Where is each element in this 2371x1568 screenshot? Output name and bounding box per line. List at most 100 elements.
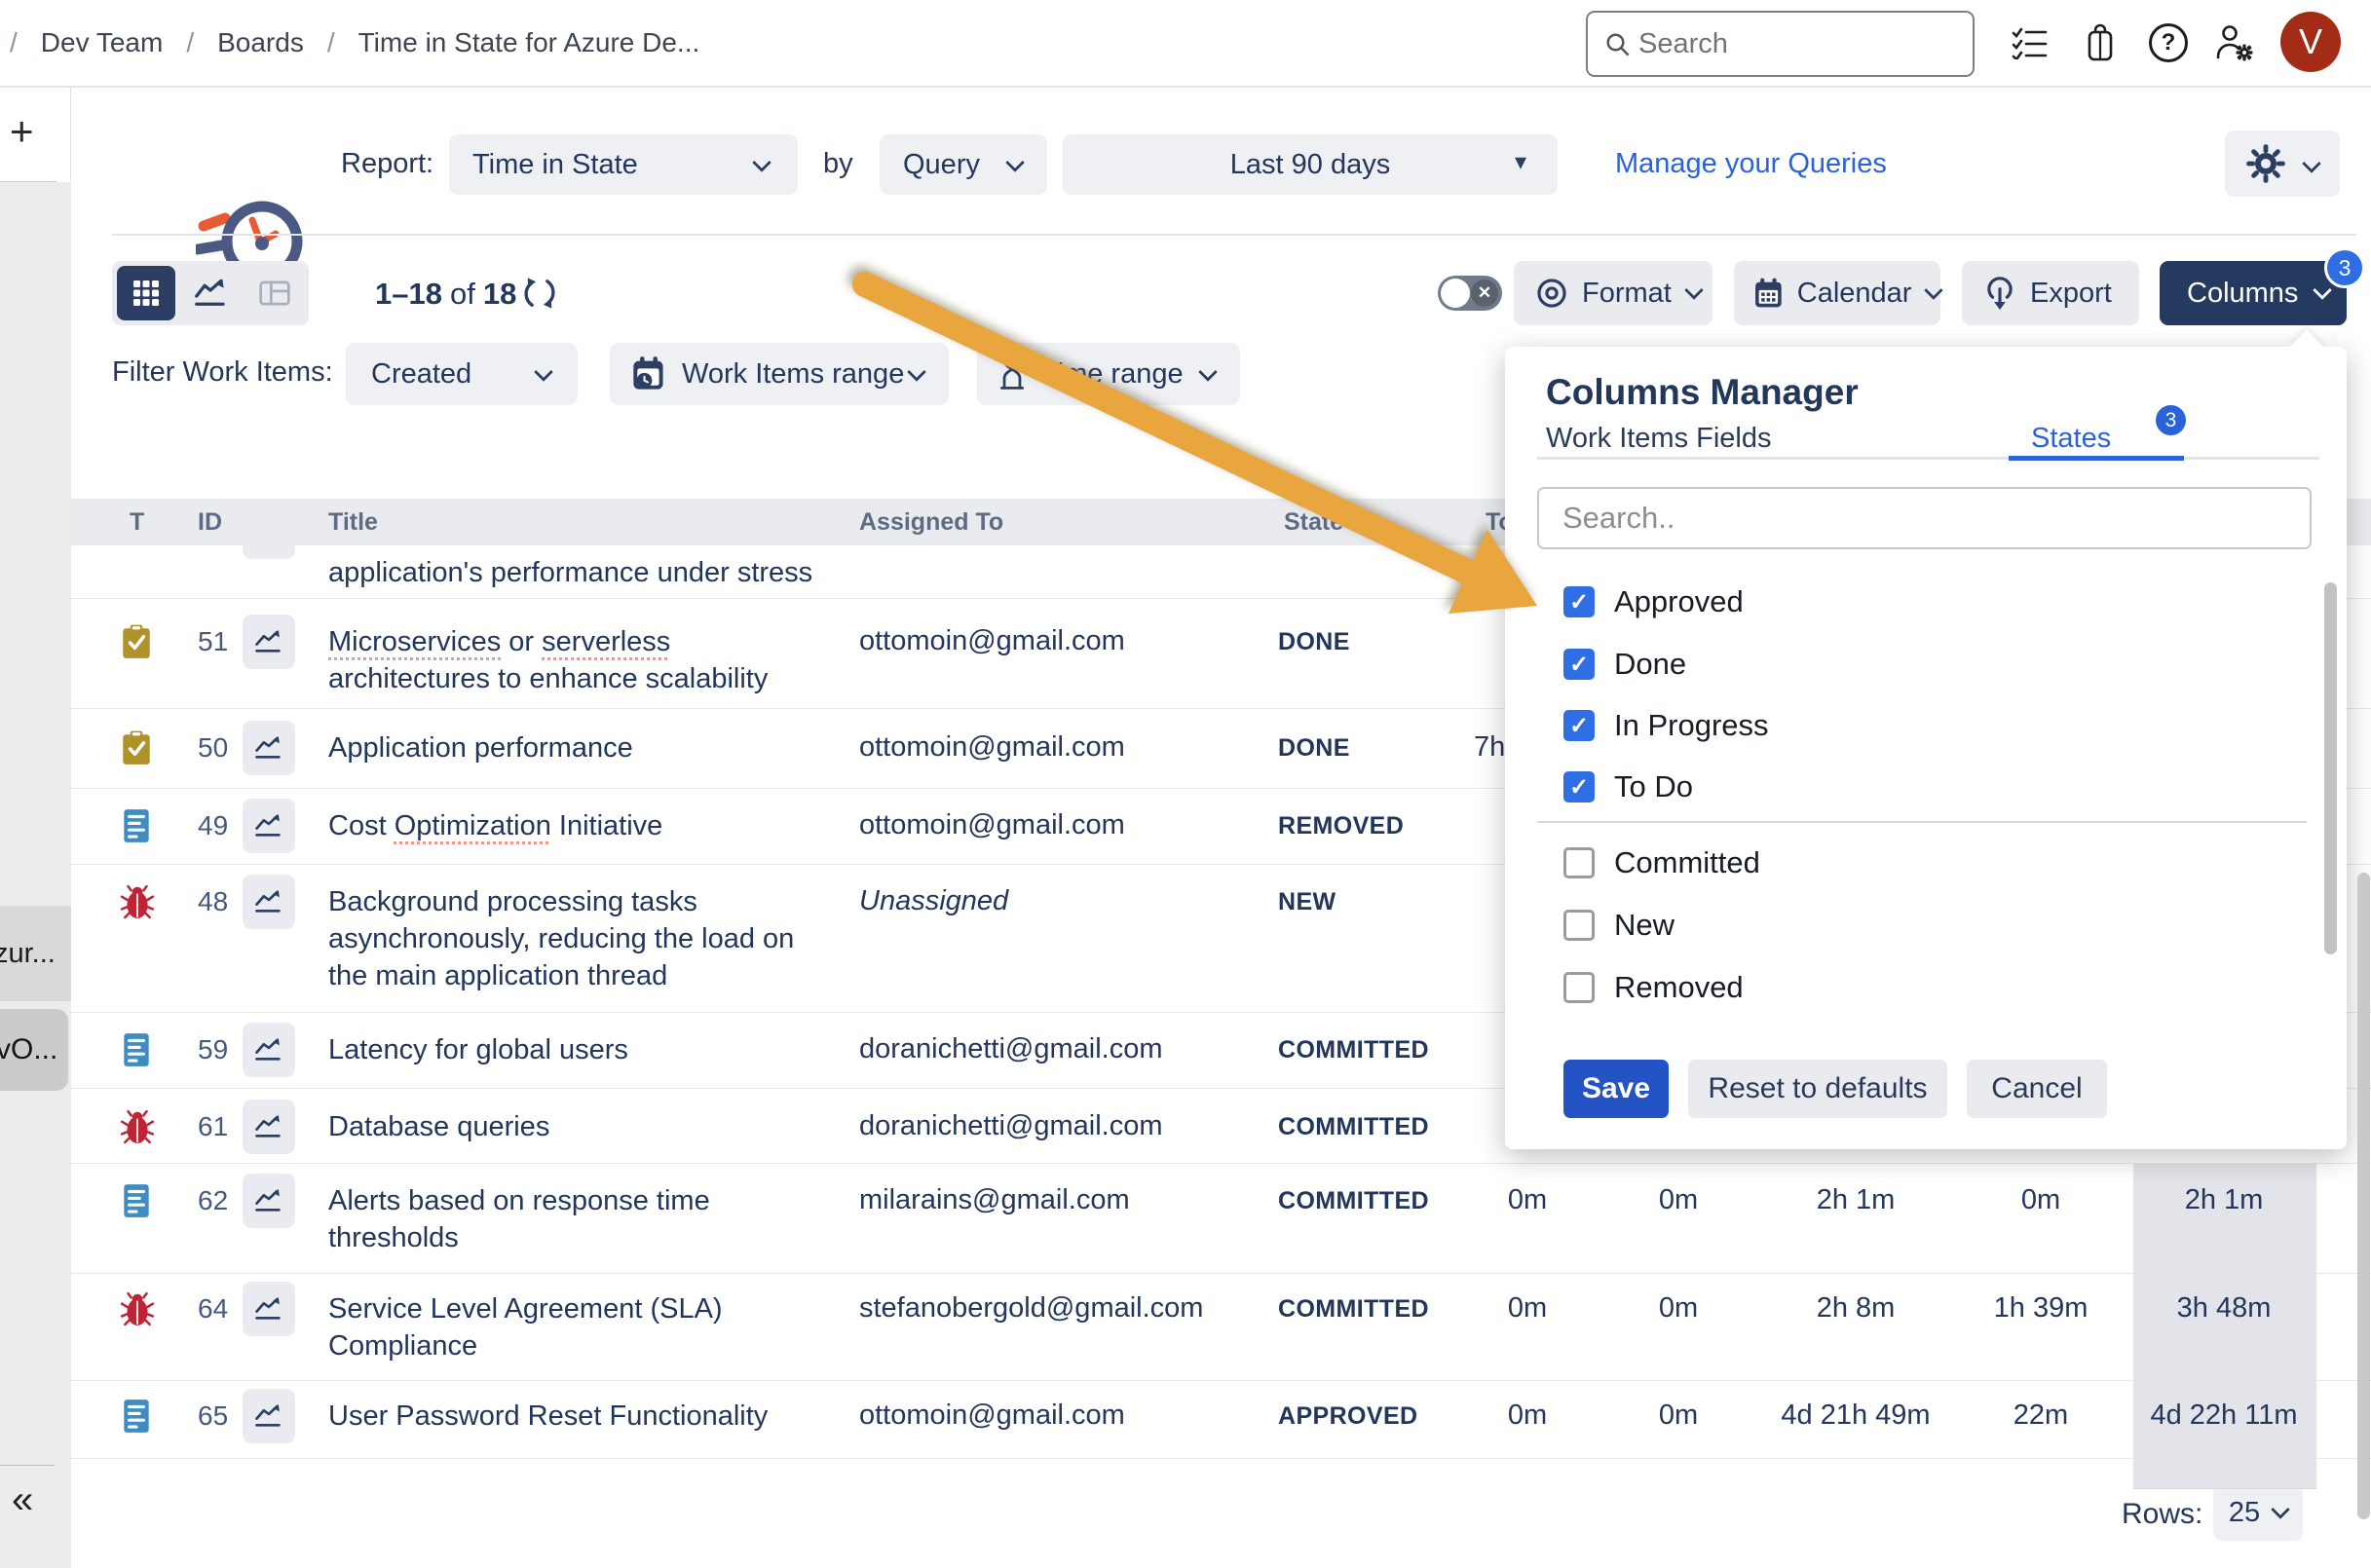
group-by-value: Query <box>903 149 980 181</box>
popup-scrollbar[interactable] <box>2324 582 2337 954</box>
work-item-title: Latency for global users <box>328 1031 874 1068</box>
toggle-knob <box>1441 279 1470 308</box>
col-header-id: ID <box>198 508 222 537</box>
col-header-type: T <box>130 508 144 537</box>
calendar-button[interactable]: Calendar <box>1734 261 1940 325</box>
row-chart-button[interactable] <box>243 615 295 669</box>
row-chart-button[interactable] <box>243 1389 295 1443</box>
by-label: by <box>823 148 853 180</box>
chevron-down-icon <box>1198 362 1218 382</box>
grid-view-button[interactable] <box>117 266 175 320</box>
checklist-icon[interactable] <box>2009 21 2051 64</box>
state-checkbox-committed[interactable]: Committed <box>1563 845 1760 880</box>
work-item-id: 62 <box>198 1185 228 1216</box>
filter-created-select[interactable]: Created <box>346 343 578 405</box>
work-item-type-bug-icon <box>120 1290 155 1327</box>
format-icon <box>1535 277 1568 310</box>
table-row-64[interactable]: 64Service Level Agreement (SLA)Complianc… <box>71 1274 2371 1381</box>
export-button[interactable]: Export <box>1962 261 2139 325</box>
checked-checkbox-icon: ✓ <box>1563 649 1595 680</box>
top-header: /Dev Team/Boards/Time in State for Azure… <box>0 0 2371 86</box>
row-chart-button[interactable] <box>243 1023 295 1077</box>
search-placeholder: Search <box>1638 28 1728 60</box>
state-checkbox-to-do[interactable]: ✓To Do <box>1563 769 1693 804</box>
search-input[interactable]: Search <box>1586 11 1975 77</box>
checkbox-label: In Progress <box>1614 708 1769 743</box>
unchecked-checkbox-icon <box>1563 847 1595 878</box>
date-range-select[interactable]: Last 90 days ▾ <box>1063 134 1558 195</box>
work-item-id: 50 <box>198 732 228 764</box>
avatar[interactable]: V <box>2280 12 2341 72</box>
sidebar-item-clipped-1[interactable]: zur... <box>0 906 71 1001</box>
breadcrumb-item[interactable]: Boards <box>217 27 304 58</box>
row-chart-button[interactable] <box>243 1282 295 1336</box>
sidebar-item-clipped-2[interactable]: vO... <box>0 1009 68 1091</box>
board-view-button[interactable] <box>245 266 304 320</box>
time-range-button[interactable]: Time range <box>977 343 1240 405</box>
row-chart-button[interactable] <box>243 1100 295 1154</box>
save-button[interactable]: Save <box>1563 1060 1669 1118</box>
tab-work-items-fields[interactable]: Work Items Fields <box>1546 423 1772 455</box>
state-checkbox-removed[interactable]: Removed <box>1563 970 1744 1005</box>
total-column-strip <box>2133 1459 2316 1489</box>
collapse-sidebar-button[interactable]: « <box>12 1478 33 1522</box>
reset-to-defaults-button[interactable]: Reset to defaults <box>1688 1060 1947 1118</box>
state-checkbox-done[interactable]: ✓Done <box>1563 647 1686 682</box>
avatar-initial: V <box>2299 21 2322 62</box>
work-item-type-task-icon <box>120 729 153 766</box>
popup-title: Columns Manager <box>1546 372 1859 413</box>
active-tab-underline <box>2009 456 2184 461</box>
assigned-to: ottomoin@gmail.com <box>859 625 1125 657</box>
bag-icon[interactable] <box>2079 21 2122 64</box>
report-select[interactable]: Time in State <box>449 134 798 195</box>
col-header-assigned: Assigned To <box>859 508 1003 537</box>
page-scrollbar[interactable] <box>2357 873 2370 1519</box>
columns-badge: 3 <box>2324 247 2365 288</box>
chart-view-button[interactable] <box>181 266 240 320</box>
total-column-cell <box>2133 1164 2316 1274</box>
rows-per-page-select[interactable]: 25 <box>2213 1484 2303 1541</box>
work-items-range-button[interactable]: Work Items range <box>610 343 949 405</box>
cancel-button[interactable]: Cancel <box>1967 1060 2107 1118</box>
group-by-select[interactable]: Query <box>880 134 1047 195</box>
row-chart-button[interactable] <box>243 875 295 929</box>
highlight-toggle[interactable]: ✕ <box>1438 276 1502 311</box>
state-value: DONE <box>1278 628 1350 656</box>
assigned-to: doranichetti@gmail.com <box>859 1033 1163 1065</box>
checkbox-label: Approved <box>1614 584 1744 619</box>
row-chart-button[interactable] <box>243 799 295 853</box>
breadcrumb-item[interactable]: Time in State for Azure De... <box>358 27 700 58</box>
row-chart-button[interactable] <box>243 504 295 559</box>
calendar-clock-icon <box>631 355 666 392</box>
checkbox-label: To Do <box>1614 769 1693 804</box>
columns-search-input[interactable]: Search.. <box>1537 487 2312 549</box>
row-chart-button[interactable] <box>243 1174 295 1228</box>
columns-button[interactable]: Columns <box>2160 261 2347 325</box>
state-checkbox-in-progress[interactable]: ✓In Progress <box>1563 708 1769 743</box>
checkbox-label: Removed <box>1614 970 1744 1005</box>
left-sidebar: + zur... vO... « <box>0 88 71 1568</box>
time-range-label: Time range <box>1041 358 1184 391</box>
add-tab-button[interactable]: + <box>10 111 34 152</box>
help-icon[interactable]: ? <box>2147 21 2190 64</box>
refresh-button[interactable] <box>521 275 558 312</box>
breadcrumb-item[interactable]: Dev Team <box>41 27 164 58</box>
total-time-value: 4d 22h 11m <box>2107 1400 2341 1432</box>
format-button[interactable]: Format <box>1514 261 1712 325</box>
table-row-65[interactable]: 65User Password Reset Functionalityottom… <box>71 1381 2371 1459</box>
row-chart-button[interactable] <box>243 721 295 775</box>
state-checkbox-new[interactable]: New <box>1563 908 1675 943</box>
columns-manager-popup: Columns Manager Work Items Fields States… <box>1505 347 2347 1149</box>
tab-states[interactable]: States <box>2031 423 2111 455</box>
layout-icon <box>258 279 291 308</box>
checkbox-label: New <box>1614 908 1675 943</box>
manage-queries-link[interactable]: Manage your Queries <box>1615 148 1887 180</box>
work-item-type-story-icon <box>120 807 153 844</box>
report-settings-button[interactable] <box>2225 131 2340 197</box>
account-settings-icon[interactable] <box>2213 21 2256 64</box>
table-row-62[interactable]: 62Alerts based on response timethreshold… <box>71 1164 2371 1274</box>
breadcrumb-separator: / <box>327 27 335 58</box>
state-value: DONE <box>1278 734 1350 763</box>
work-item-id: 51 <box>198 626 228 657</box>
state-checkbox-approved[interactable]: ✓Approved <box>1563 584 1744 619</box>
